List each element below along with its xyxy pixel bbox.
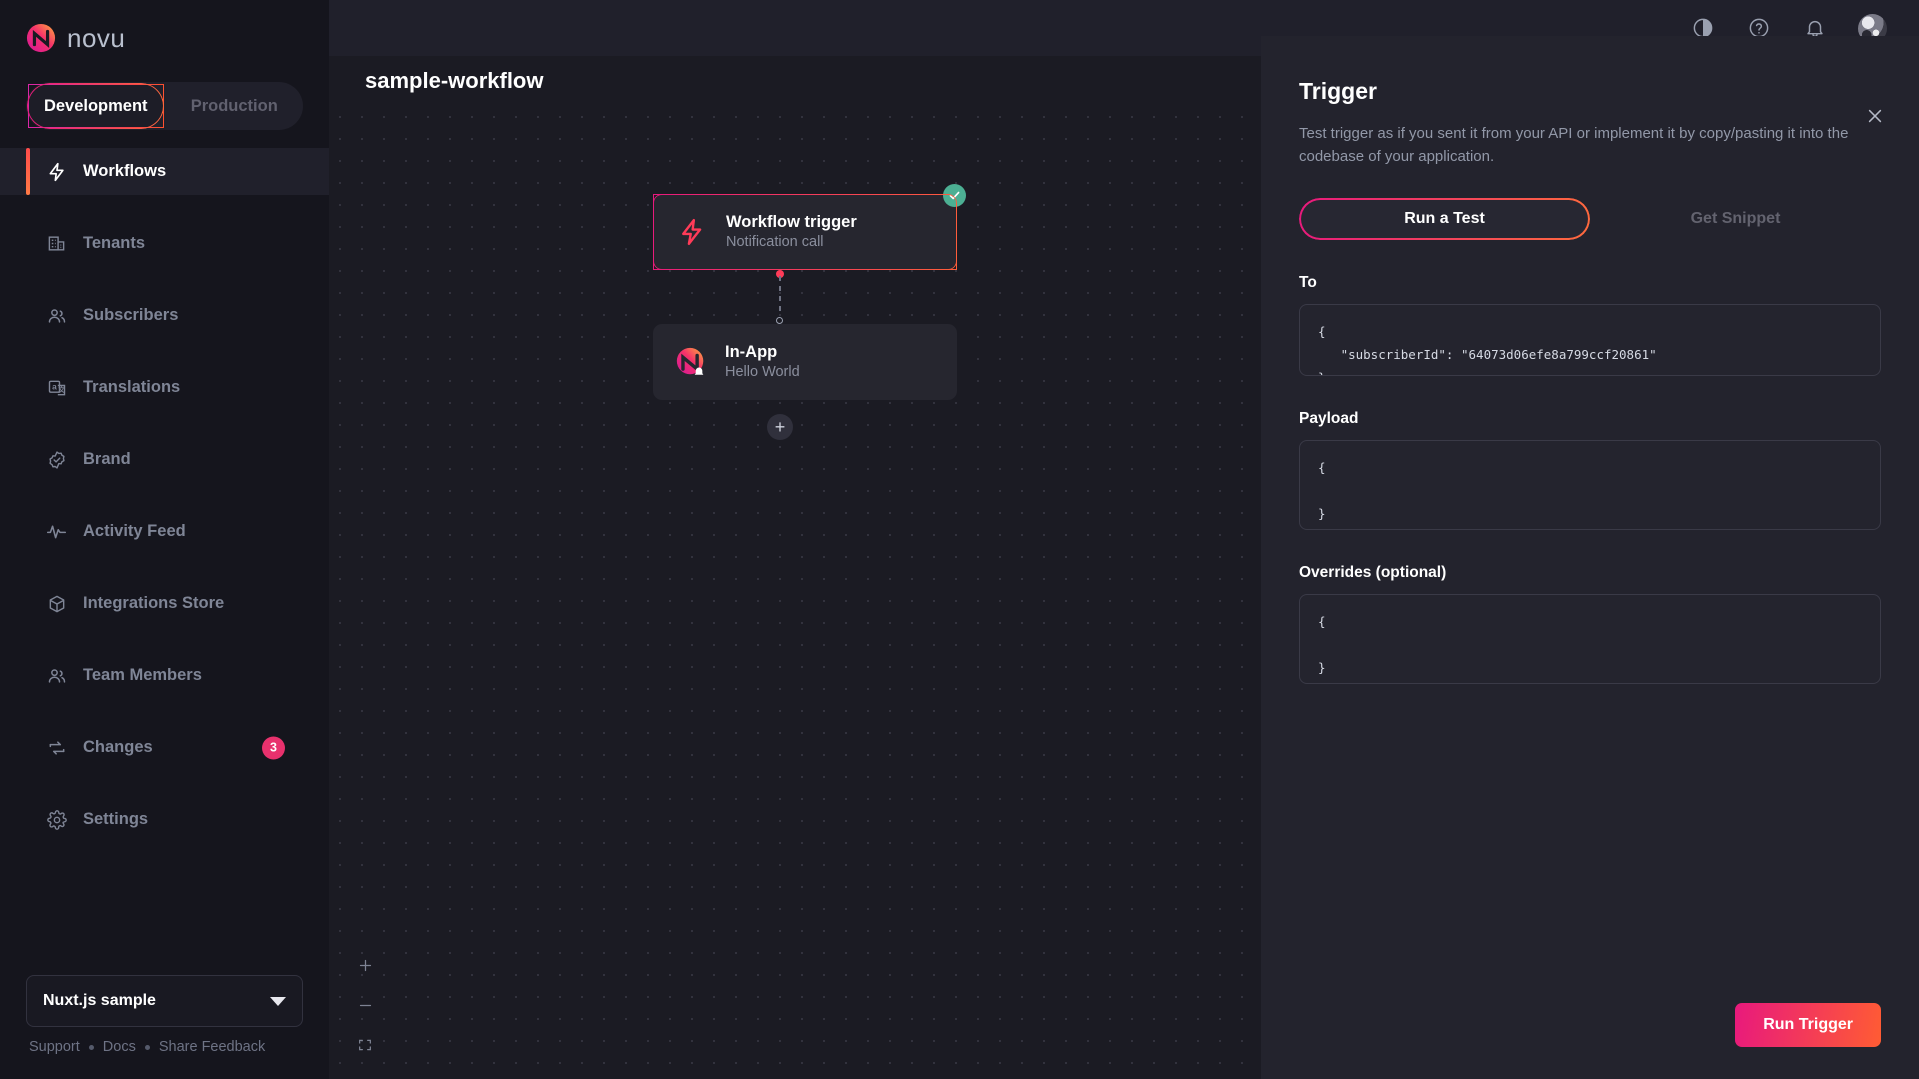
sidebar-item-integrations-store[interactable]: Integrations Store (0, 580, 329, 627)
node-subtitle: Notification call (726, 234, 824, 250)
sidebar-footer: Nuxt.js sample Support Docs Share Feedba… (0, 975, 329, 1055)
building-icon (46, 233, 67, 254)
support-link[interactable]: Support (29, 1039, 80, 1055)
env-tab-production[interactable]: Production (168, 84, 302, 128)
footer-links: Support Docs Share Feedback (26, 1039, 303, 1055)
panel-title: Trigger (1299, 78, 1881, 105)
minus-icon[interactable] (355, 995, 375, 1015)
to-label: To (1299, 274, 1881, 292)
check-circle-icon (943, 184, 966, 207)
app-root: novu Development Production Workflows Te… (0, 0, 1919, 1079)
bolt-icon (46, 161, 67, 182)
edge-dashed-line (779, 276, 781, 316)
canvas-zoom-controls (355, 955, 375, 1055)
sidebar-nav: Workflows Tenants Subscribers a文 (0, 148, 329, 843)
sidebar-item-label: Integrations Store (83, 594, 224, 613)
svg-text:a: a (52, 381, 57, 391)
separator-dot (89, 1045, 94, 1050)
tab-run-a-test[interactable]: Run a Test (1299, 198, 1590, 240)
payload-input[interactable]: { } (1299, 440, 1881, 530)
node-title: In-App (725, 343, 777, 361)
organization-name: Nuxt.js sample (43, 992, 156, 1010)
activity-pulse-icon (46, 521, 67, 542)
tab-get-snippet[interactable]: Get Snippet (1590, 198, 1881, 240)
node-text: In-App Hello World (725, 341, 800, 383)
overrides-input[interactable]: { } (1299, 594, 1881, 684)
sidebar-item-translations[interactable]: a文 Translations (0, 364, 329, 411)
sidebar-item-team-members[interactable]: Team Members (0, 652, 329, 699)
to-input[interactable]: { "subscriberId": "64073d06efe8a799ccf20… (1299, 304, 1881, 376)
changes-count-badge: 3 (262, 736, 285, 759)
brand: novu (0, 0, 329, 60)
bolt-icon (674, 214, 710, 250)
edge-end-dot (776, 317, 783, 324)
workflow-node-trigger[interactable]: Workflow trigger Notification call (653, 194, 957, 270)
nav-spacer (0, 699, 329, 724)
sidebar-item-subscribers[interactable]: Subscribers (0, 292, 329, 339)
add-step-button[interactable]: + (767, 414, 793, 440)
sidebar-item-workflows[interactable]: Workflows (0, 148, 329, 195)
run-trigger-button[interactable]: Run Trigger (1735, 1003, 1881, 1047)
cube-icon (46, 593, 67, 614)
sidebar-item-brand[interactable]: Brand (0, 436, 329, 483)
gear-icon (46, 809, 67, 830)
badge-check-icon (46, 449, 67, 470)
sync-arrows-icon (46, 737, 67, 758)
nav-spacer (0, 411, 329, 436)
sidebar-item-label: Tenants (83, 234, 145, 253)
workflow-node-in-app[interactable]: In-App Hello World (653, 324, 957, 400)
users-icon (46, 665, 67, 686)
sidebar-item-activity-feed[interactable]: Activity Feed (0, 508, 329, 555)
nav-spacer (0, 483, 329, 508)
sidebar-item-label: Settings (83, 810, 148, 829)
sidebar-item-label: Subscribers (83, 306, 178, 325)
brand-name: novu (67, 23, 125, 54)
env-tab-development[interactable]: Development (28, 84, 164, 128)
nav-spacer (0, 555, 329, 580)
sidebar-item-label: Brand (83, 450, 131, 469)
page-title: sample-workflow (365, 68, 543, 94)
share-feedback-link[interactable]: Share Feedback (159, 1039, 265, 1055)
sidebar-item-changes[interactable]: Changes 3 (0, 724, 329, 771)
node-title: Workflow trigger (726, 213, 857, 231)
trigger-panel: Trigger Test trigger as if you sent it f… (1261, 36, 1919, 1079)
workflow-edge (779, 270, 781, 324)
sidebar-item-label: Changes (83, 738, 153, 757)
main-content: sample-workflow Workflow trigger Notific… (329, 0, 1919, 1079)
separator-dot (145, 1045, 150, 1050)
node-text: Workflow trigger Notification call (726, 211, 857, 253)
fit-screen-icon[interactable] (355, 1035, 375, 1055)
plus-icon[interactable] (355, 955, 375, 975)
nav-spacer (0, 627, 329, 652)
environment-switcher[interactable]: Development Production (26, 82, 303, 130)
docs-link[interactable]: Docs (103, 1039, 136, 1055)
users-icon (46, 305, 67, 326)
translate-icon: a文 (46, 377, 67, 398)
chevron-down-icon (270, 997, 286, 1006)
close-icon[interactable] (1865, 106, 1885, 126)
nav-spacer (0, 267, 329, 292)
svg-text:文: 文 (58, 385, 65, 394)
novu-bell-icon (673, 344, 709, 380)
sidebar-item-label: Translations (83, 378, 180, 397)
panel-tabs: Run a Test Get Snippet (1299, 198, 1881, 240)
sidebar-item-label: Team Members (83, 666, 202, 685)
nav-spacer (0, 771, 329, 796)
node-subtitle: Hello World (725, 364, 800, 380)
nav-spacer (0, 339, 329, 364)
novu-logo-icon (26, 23, 56, 53)
sidebar-item-tenants[interactable]: Tenants (0, 220, 329, 267)
nav-spacer (0, 195, 329, 220)
sidebar-item-label: Workflows (83, 162, 166, 181)
overrides-label: Overrides (optional) (1299, 564, 1881, 582)
payload-label: Payload (1299, 410, 1881, 428)
sidebar-item-label: Activity Feed (83, 522, 186, 541)
sidebar-item-settings[interactable]: Settings (0, 796, 329, 843)
sidebar: novu Development Production Workflows Te… (0, 0, 329, 1079)
panel-description: Test trigger as if you sent it from your… (1299, 123, 1877, 168)
organization-selector[interactable]: Nuxt.js sample (26, 975, 303, 1027)
